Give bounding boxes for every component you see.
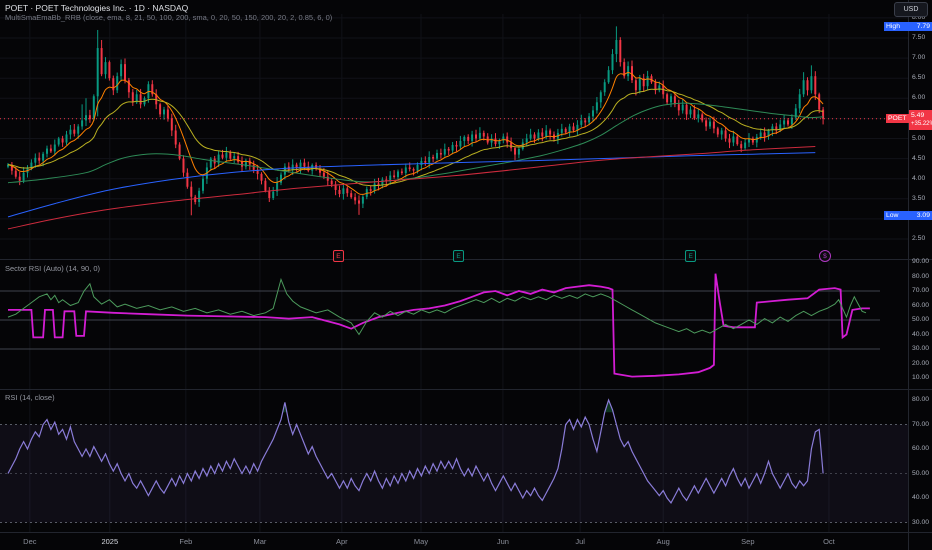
rsi-pane [0, 398, 908, 523]
axis-tick-label: 30.00 [912, 345, 930, 352]
time-tick-label: Aug [656, 537, 670, 546]
last-price-value: 5.49 [911, 112, 925, 119]
earnings-beat-marker-icon[interactable]: E [453, 250, 465, 262]
overlay-ema-8 [7, 71, 824, 195]
rsi-panel-title[interactable]: RSI (14, close) [5, 393, 55, 402]
axis-tick-label: 5.00 [912, 134, 926, 142]
price-axis[interactable]: 8.00 7.50 7.00 6.50 6.00 5.00 4.50 4.00 3.50 2.50… [908, 0, 932, 550]
axis-tick-label: 4.00 [912, 174, 926, 182]
dividend-marker-icon[interactable]: $ [818, 250, 831, 262]
earnings-miss-marker-icon[interactable]: E [332, 250, 344, 262]
axis-tick-label: 2.50 [912, 235, 926, 242]
time-tick-label: Mar [253, 537, 267, 546]
candles [7, 26, 825, 216]
axis-tick-label: 6.50 [912, 74, 926, 82]
axis-tick-label: 7.00 [912, 54, 926, 62]
axis-tick-label: 6.00 [912, 94, 926, 102]
ma-lines [7, 71, 824, 230]
low-price-label: Low 3.09 [884, 211, 932, 220]
sector-rsi-panel-title[interactable]: Sector RSI (Auto) (14, 90, 0) [5, 264, 100, 273]
low-value: 3.09 [916, 212, 930, 219]
earnings-beat-marker-icon[interactable]: E [685, 250, 697, 262]
axis-tick-label: 60.00 [912, 301, 930, 309]
high-prefix: High [886, 23, 900, 30]
panel-separator[interactable] [0, 389, 932, 390]
time-axis[interactable]: Dec 2025 Feb Mar Apr May Jun Jul Aug Sep Oct [0, 533, 908, 550]
low-prefix: Low [886, 212, 899, 219]
time-tick-label: Dec [23, 537, 37, 546]
symbol-legend[interactable]: POET · POET Technologies Inc. · 1D · NAS… [5, 3, 188, 13]
chart-canvas[interactable] [0, 0, 932, 533]
axis-tick-label: 80.00 [912, 272, 930, 280]
panel-separator[interactable] [0, 259, 932, 260]
price-change-percent: +35.22% [911, 121, 932, 127]
time-tick-label: Apr [335, 537, 348, 546]
time-tick-label: Oct [823, 537, 835, 546]
axis-tick-label: 7.50 [912, 34, 926, 41]
overlay-ema-21 [7, 88, 824, 187]
axis-tick-label: 70.00 [912, 420, 930, 428]
axis-tick-label: 50.00 [912, 316, 930, 323]
axis-tick-label: 40.00 [912, 330, 930, 338]
overlay-sma-150 [7, 152, 816, 218]
axis-tick-label: 40.00 [912, 494, 930, 501]
axis-tick-label: 20.00 [912, 359, 930, 367]
overlay-ema-100 [7, 102, 824, 184]
time-tick-label: Jun [496, 537, 509, 546]
axis-tick-label: 4.50 [912, 154, 926, 162]
indicator-legend[interactable]: MultiSmaEmaBb_RRB (close, ema, 8, 21, 50… [5, 13, 332, 22]
symbol-price-tag: POET [886, 114, 909, 123]
axis-tick-label: 80.00 [912, 396, 930, 403]
axis-tick-label: 30.00 [912, 518, 930, 526]
axis-tick-label: 10.00 [912, 374, 930, 381]
time-tick-label: May [413, 537, 429, 546]
axis-tick-label: 3.50 [912, 194, 926, 202]
last-price-label: 5.49 +35.22% [909, 110, 932, 130]
time-tick-label: 2025 [101, 537, 119, 546]
chart-window: POET · POET Technologies Inc. · 1D · NAS… [0, 0, 932, 550]
time-tick-label: Feb [179, 537, 193, 546]
currency-toggle-button[interactable]: USD [894, 2, 928, 17]
time-tick-label: Sep [741, 537, 755, 546]
axis-tick-label: 50.00 [912, 469, 930, 477]
time-tick-label: Jul [575, 537, 585, 546]
symbol-tag-text: POET [888, 115, 907, 122]
axis-tick-label: 70.00 [912, 287, 930, 294]
axis-tick-label: 60.00 [912, 445, 930, 452]
high-price-label: High 7.79 [884, 22, 932, 31]
high-value: 7.79 [916, 23, 930, 30]
axis-tick-label: 90.00 [912, 258, 930, 265]
